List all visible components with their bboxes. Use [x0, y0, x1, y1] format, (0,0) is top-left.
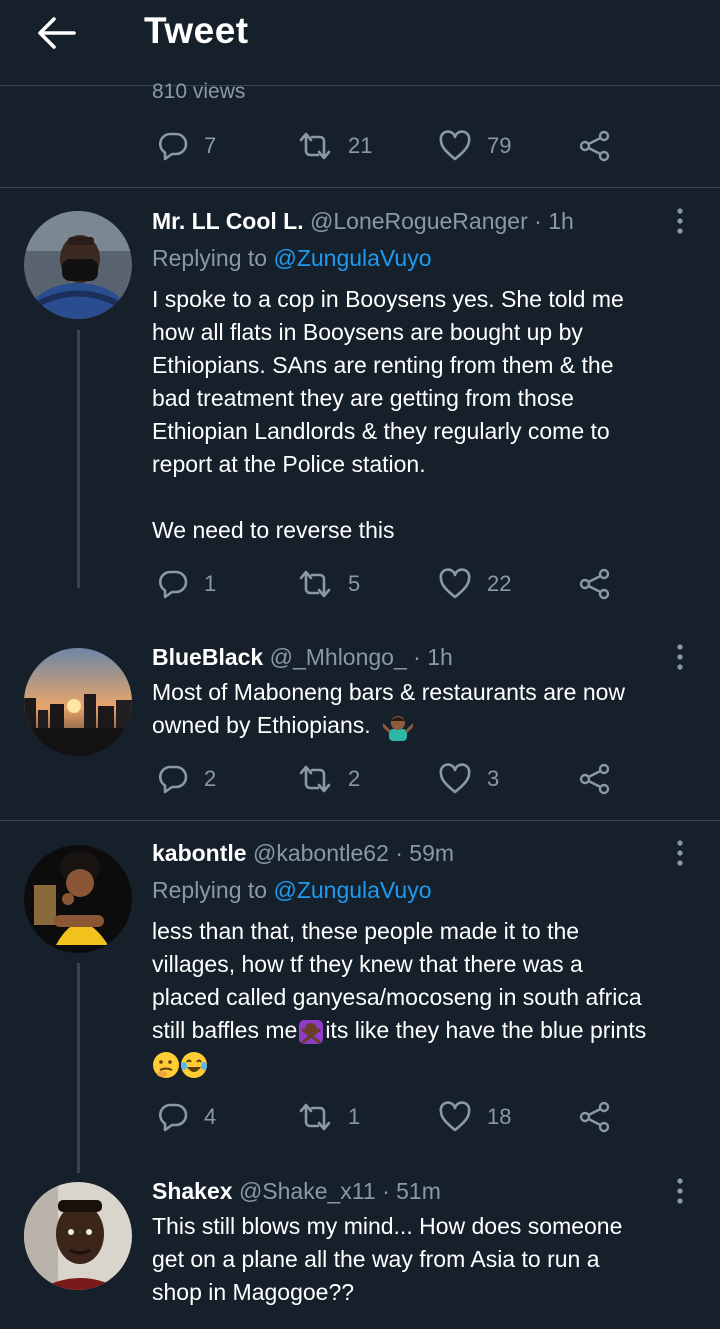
retweet-icon: [296, 568, 334, 600]
share-action[interactable]: [578, 568, 612, 600]
author-handle[interactable]: @kabontle62: [253, 840, 389, 866]
views-count: 810 views: [152, 80, 246, 103]
share-icon: [578, 763, 612, 795]
retweet-action[interactable]: 5: [296, 568, 360, 600]
reply-count: 4: [204, 1104, 217, 1129]
timestamp: · 1h: [413, 644, 453, 670]
like-action[interactable]: 18: [437, 1101, 511, 1133]
thinking-face-emoji: [153, 1051, 179, 1078]
retweet-icon: [296, 763, 334, 795]
reply-count: 2: [204, 766, 217, 791]
like-count: 79: [487, 133, 512, 158]
timestamp: · 1h: [534, 208, 574, 234]
thread-line: [77, 963, 80, 1173]
retweet-count: 1: [348, 1104, 361, 1129]
reply-count: 1: [204, 571, 217, 596]
tweet-text: This still blows my mind... How does som…: [152, 1213, 623, 1305]
share-icon: [578, 130, 612, 162]
replying-to: Replying to @ZungulaVuyo: [152, 245, 432, 271]
more-options-icon[interactable]: [672, 207, 688, 235]
retweet-count: 5: [348, 571, 361, 596]
author-handle[interactable]: @_Mhlongo_: [270, 644, 407, 670]
more-options-icon[interactable]: [672, 839, 688, 867]
author-name[interactable]: Shakex: [152, 1178, 233, 1204]
like-icon: [437, 763, 473, 795]
divider: [0, 187, 720, 188]
retweet-action[interactable]: 1: [296, 1101, 360, 1133]
like-action[interactable]: 3: [437, 763, 499, 795]
tweet-text: Most of Maboneng bars & restaurants are …: [152, 676, 712, 742]
tweet-text: I spoke to a cop in Booysens yes. She to…: [152, 286, 624, 543]
timestamp: · 59m: [395, 840, 455, 866]
reply-icon: [156, 130, 190, 162]
mention-link[interactable]: @ZungulaVuyo: [273, 245, 431, 271]
retweet-count: 2: [348, 766, 361, 791]
reply-icon: [156, 568, 190, 600]
reply-action[interactable]: 4: [156, 1101, 216, 1133]
back-button[interactable]: [34, 13, 78, 53]
back-arrow-icon: [38, 17, 76, 49]
tweet-text: less than that, these people made it to …: [152, 915, 717, 1080]
reply-action[interactable]: 2: [156, 763, 216, 795]
author-name[interactable]: kabontle: [152, 840, 247, 866]
author-handle[interactable]: @Shake_x11: [239, 1178, 376, 1204]
avatar[interactable]: [24, 211, 132, 319]
divider: [0, 820, 720, 821]
author-name[interactable]: BlueBlack: [152, 644, 263, 670]
page-title: Tweet: [144, 10, 249, 51]
author-handle[interactable]: @LoneRogueRanger: [310, 208, 528, 234]
woman-gesturing-no-emoji: [299, 1019, 324, 1044]
share-action[interactable]: [578, 130, 612, 162]
share-action[interactable]: [578, 763, 612, 795]
man-shrugging-emoji: [383, 715, 414, 741]
like-icon: [437, 130, 473, 162]
reply-icon: [156, 1101, 190, 1133]
thread-line: [77, 330, 80, 588]
replying-to: Replying to @ZungulaVuyo: [152, 877, 432, 903]
reply-icon: [156, 763, 190, 795]
reply-action[interactable]: 1: [156, 568, 216, 600]
retweet-icon: [296, 130, 334, 162]
avatar[interactable]: [24, 648, 132, 756]
like-count: 22: [487, 571, 512, 596]
share-action[interactable]: [578, 1101, 612, 1133]
like-icon: [437, 1101, 473, 1133]
like-action[interactable]: 79: [437, 130, 511, 162]
like-count: 3: [487, 766, 500, 791]
tears-of-joy-emoji: [181, 1051, 207, 1078]
avatar[interactable]: [24, 1182, 132, 1290]
like-action[interactable]: 22: [437, 568, 511, 600]
share-icon: [578, 1101, 612, 1133]
more-options-icon[interactable]: [672, 1177, 688, 1205]
like-count: 18: [487, 1104, 512, 1129]
avatar[interactable]: [24, 845, 132, 953]
reply-count: 7: [204, 133, 217, 158]
retweet-icon: [296, 1101, 334, 1133]
like-icon: [437, 568, 473, 600]
top-bar: Tweet: [0, 0, 720, 86]
retweet-action[interactable]: 2: [296, 763, 360, 795]
share-icon: [578, 568, 612, 600]
author-name[interactable]: Mr. LL Cool L.: [152, 208, 304, 234]
reply-action[interactable]: 7: [156, 130, 216, 162]
more-options-icon[interactable]: [672, 643, 688, 671]
retweet-count: 21: [348, 133, 373, 158]
timestamp: · 51m: [382, 1178, 441, 1204]
mention-link[interactable]: @ZungulaVuyo: [273, 877, 431, 903]
retweet-action[interactable]: 21: [296, 130, 372, 162]
